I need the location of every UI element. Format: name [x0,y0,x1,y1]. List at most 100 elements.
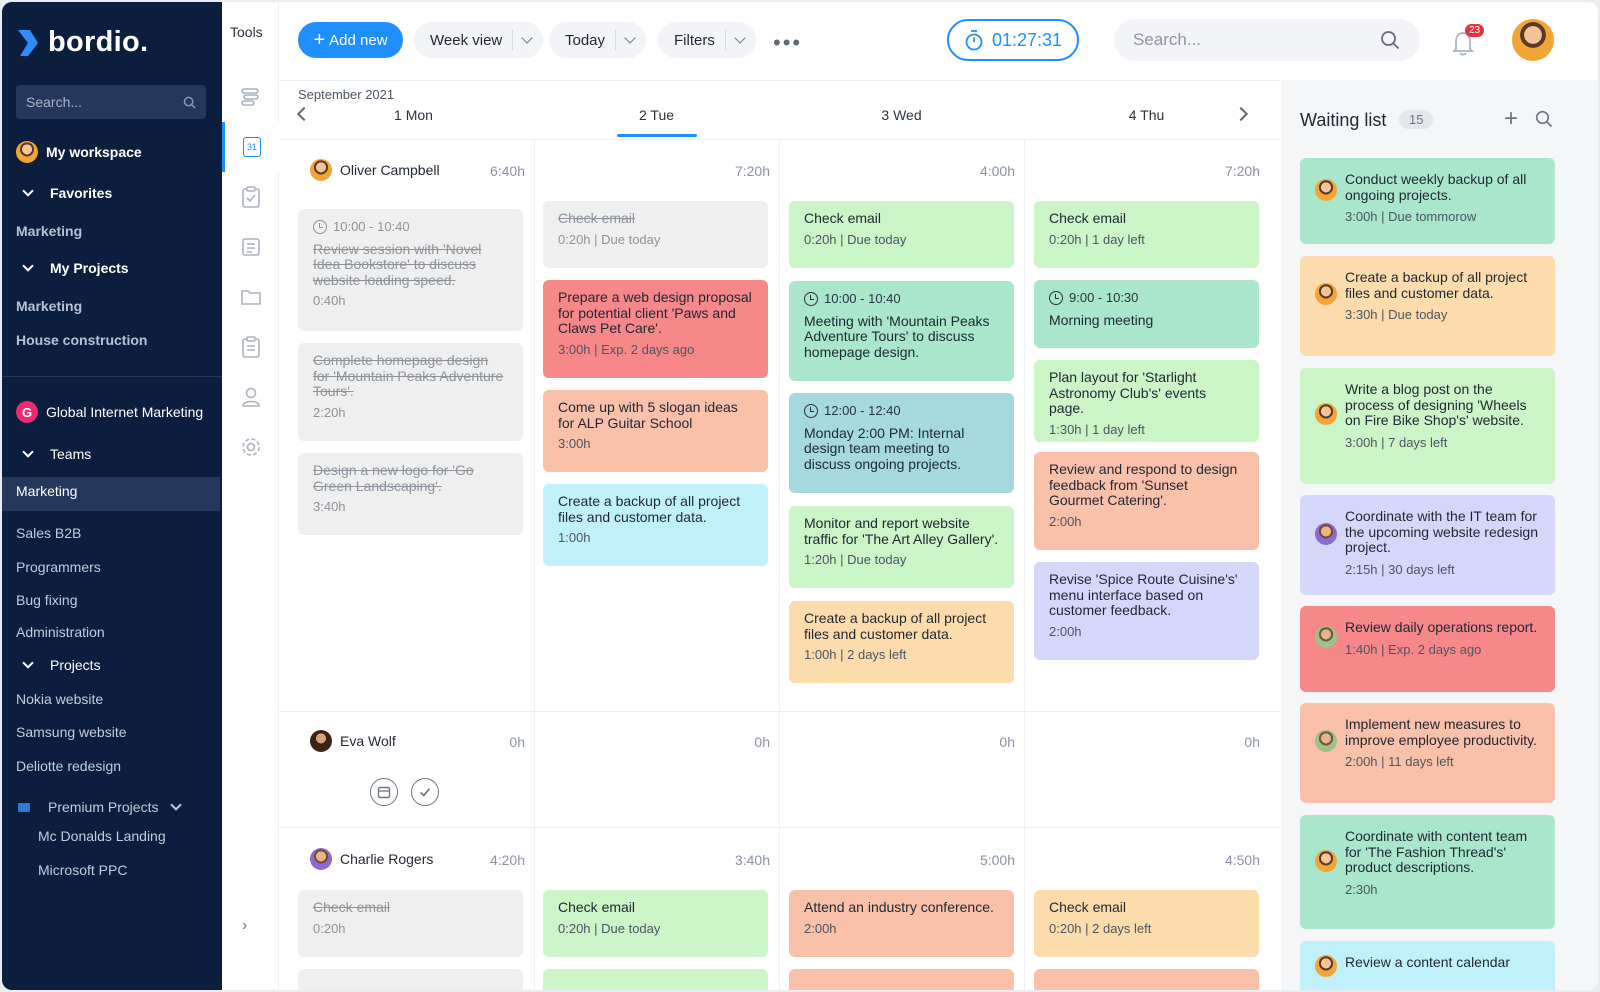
task-card[interactable]: Plan layout for 'Starlight Astronomy Clu… [1034,360,1259,442]
task-card[interactable]: Check email 0:20h [298,890,523,957]
waiting-task-card[interactable]: Create a backup of all project files and… [1300,256,1555,356]
avatar [1315,179,1337,201]
waiting-task-card[interactable]: Implement new measures to improve employ… [1300,703,1555,803]
tool-notes[interactable] [222,222,279,272]
task-card[interactable]: Check email 0:20h | 1 day left [1034,201,1259,268]
task-card[interactable] [543,969,768,990]
waiting-task-card[interactable]: Write a blog post on the process of desi… [1300,368,1555,484]
task-card[interactable] [789,969,1014,990]
sidebar-section-my-projects[interactable]: My Projects [16,260,129,276]
waiting-task-card[interactable]: Review a content calendar [1300,941,1555,990]
sidebar-item-administration[interactable]: Administration [16,624,105,640]
task-card[interactable] [1034,969,1259,990]
day-header-thu[interactable]: 4 Thu [1024,107,1269,123]
task-card[interactable]: 12:00 - 12:40 Monday 2:00 PM: Internal d… [789,393,1014,493]
sidebar-item-samsung-website[interactable]: Samsung website [16,724,127,740]
waiting-task-card[interactable]: Coordinate with content team for 'The Fa… [1300,815,1555,929]
tool-team[interactable] [222,372,279,422]
day-header-tue[interactable]: 2 Tue [534,107,779,123]
task-card[interactable]: Review and respond to design feedback fr… [1034,452,1259,550]
collapse-sidebar-chevron-icon[interactable]: › [242,917,247,935]
person-charlie-rogers[interactable]: Charlie Rogers [310,848,433,870]
tool-calendar[interactable]: 31 [222,122,279,172]
task-card[interactable]: Check email 0:20h | 2 days left [1034,890,1259,957]
task-title: Create a backup of all project files and… [804,610,987,642]
task-card[interactable]: Come up with 5 slogan ideas for ALP Guit… [543,390,768,472]
person-eva-wolf[interactable]: Eva Wolf [310,730,396,752]
clock-icon [804,291,818,306]
sidebar-item-bug-fixing[interactable]: Bug fixing [16,592,77,608]
sidebar-item-team-marketing[interactable]: Marketing [16,483,77,499]
sidebar-section-favorites[interactable]: Favorites [16,185,112,201]
sidebar-item-deliotte-redesign[interactable]: Deliotte redesign [16,758,121,774]
day-hours: 7:20h [734,163,770,179]
sidebar-item-label: Bug fixing [16,592,78,608]
sidebar-item-project-marketing[interactable]: Marketing [16,298,82,314]
task-meta: 0:20h | Due today [804,231,907,247]
tool-files[interactable] [222,272,279,322]
brand-logo[interactable]: bordio. [16,26,148,59]
sidebar-org-switcher[interactable]: G Global Internet Marketing [16,401,203,423]
sidebar-item-house-construction[interactable]: House construction [16,332,147,348]
filters-dropdown[interactable]: Filters [658,22,756,58]
sidebar-item-mc-donalds-landing[interactable]: Mc Donalds Landing [38,828,166,844]
clock-icon [313,219,327,234]
task-card[interactable]: Create a backup of all project files and… [543,484,768,566]
sidebar-item-nokia-website[interactable]: Nokia website [16,691,103,707]
task-card[interactable]: Check email 0:20h | Due today [543,201,768,268]
tool-reports[interactable] [222,322,279,372]
task-card[interactable]: 10:00 - 10:40 Meeting with 'Mountain Pea… [789,281,1014,381]
sidebar-item-label: My workspace [46,144,142,160]
task-card[interactable]: Monitor and report website traffic for '… [789,506,1014,588]
day-header-wed[interactable]: 3 Wed [779,107,1024,123]
task-card[interactable]: Check email 0:20h | Due today [789,201,1014,268]
waiting-task-card[interactable]: Review daily operations report. 1:40h | … [1300,606,1555,692]
schedule-calendar-icon[interactable] [370,778,398,806]
sidebar-folder-premium-projects[interactable]: Premium Projects [16,799,190,815]
tool-tasks[interactable] [222,172,279,222]
folder-icon [240,290,261,305]
task-title: Check email [313,899,391,915]
sidebar-item-my-workspace[interactable]: My workspace [16,141,142,163]
search-icon[interactable] [1535,110,1553,128]
user-icon [241,387,260,407]
waiting-task-card[interactable]: Coordinate with the IT team for the upco… [1300,495,1555,595]
sidebar-item-microsoft-ppc[interactable]: Microsoft PPC [38,862,127,878]
tool-timeline[interactable] [222,72,279,122]
calendar-week-view: September 2021 1 Mon 2 Tue 3 Wed 4 Thu O… [279,80,1281,990]
task-card[interactable]: Prepare a web design proposal for potent… [543,280,768,378]
mark-done-check-icon[interactable] [411,778,439,806]
sidebar-item-sales-b2b[interactable]: Sales B2B [16,525,81,541]
task-card[interactable] [298,969,523,990]
task-title: Review a content calendar [1345,954,1510,970]
view-selector-dropdown[interactable]: Week view [414,22,544,58]
tool-settings[interactable] [222,422,279,472]
add-new-button[interactable]: + Add new [298,22,403,58]
task-card[interactable]: 9:00 - 10:30 Morning meeting [1034,280,1259,348]
avatar [310,730,332,752]
sidebar-section-teams[interactable]: Teams [16,446,91,462]
task-title: Check email [804,210,882,226]
search-input[interactable]: Search... [1114,19,1420,61]
chevron-down-icon [22,187,34,199]
time-tracker-button[interactable]: 01:27:31 [947,19,1079,61]
task-card[interactable]: Revise 'Spice Route Cuisine's' menu inte… [1034,562,1259,660]
sidebar-section-projects[interactable]: Projects [16,657,101,673]
today-dropdown[interactable]: Today [549,22,647,58]
user-avatar[interactable] [1512,19,1554,61]
task-card[interactable]: Complete homepage design for 'Mountain P… [298,343,523,441]
sidebar-section-label: Projects [50,657,101,673]
task-card[interactable]: Create a backup of all project files and… [789,601,1014,683]
sidebar-search-input[interactable]: Search... [16,85,206,119]
add-waiting-task-plus-icon[interactable]: + [1504,105,1518,133]
person-oliver-campbell[interactable]: Oliver Campbell [310,159,440,181]
sidebar-item-favorite-marketing[interactable]: Marketing [16,223,82,239]
task-card[interactable]: Design a new logo for 'Go Green Landscap… [298,453,523,535]
task-card[interactable]: 10:00 - 10:40 Review session with 'Novel… [298,209,523,331]
day-header-mon[interactable]: 1 Mon [291,107,536,123]
sidebar-item-programmers[interactable]: Programmers [16,559,101,575]
task-card[interactable]: Check email 0:20h | Due today [543,890,768,957]
task-card[interactable]: Attend an industry conference. 2:00h [789,890,1014,957]
waiting-task-card[interactable]: Conduct weekly backup of all ongoing pro… [1300,158,1555,244]
more-options-icon[interactable]: ••• [773,30,802,56]
